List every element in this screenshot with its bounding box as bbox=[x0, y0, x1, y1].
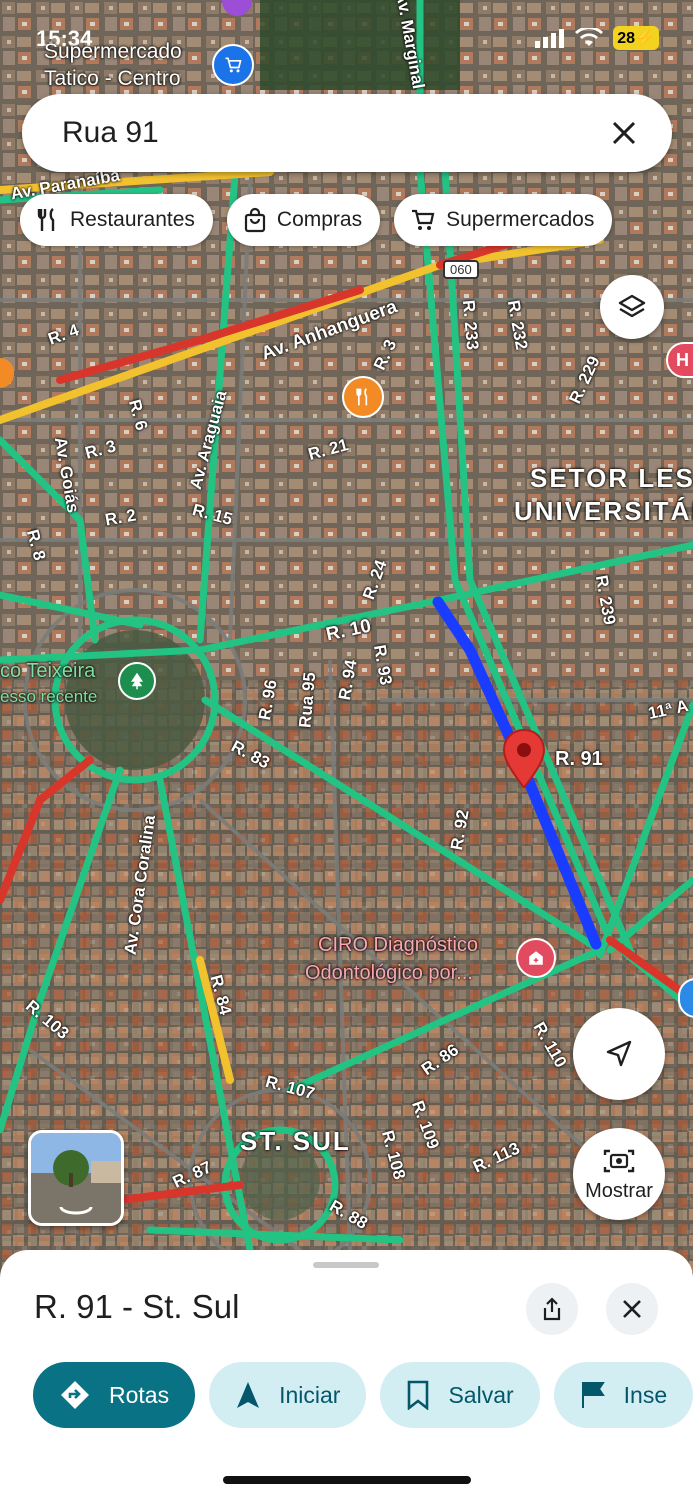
action-label: Iniciar bbox=[279, 1381, 341, 1408]
directions-button[interactable]: Rotas bbox=[33, 1362, 196, 1428]
battery-indicator: 28⚡ bbox=[613, 26, 659, 50]
flag-icon bbox=[581, 1382, 605, 1408]
share-icon bbox=[543, 1297, 561, 1321]
my-location-button[interactable] bbox=[573, 1008, 665, 1100]
wifi-icon bbox=[575, 28, 604, 46]
poi-label-line: Tatico - Centro bbox=[44, 67, 181, 90]
area-label: UNIVERSITÁR bbox=[514, 496, 693, 526]
place-title: R. 91 - St. Sul bbox=[34, 1288, 240, 1325]
status-indicators: 28⚡ bbox=[535, 26, 659, 50]
chip-label: Compras bbox=[276, 208, 363, 231]
directions-icon bbox=[61, 1381, 89, 1409]
supermarket-poi-label: Supermercado Tatico - Centro bbox=[44, 38, 182, 92]
poi-label: CIRO Diagnóstico bbox=[318, 934, 479, 956]
park-pin-icon[interactable] bbox=[118, 662, 156, 700]
clear-search-button[interactable] bbox=[604, 113, 644, 153]
shopping-bag-icon bbox=[244, 207, 266, 233]
search-input[interactable]: Rua 91 bbox=[62, 116, 604, 150]
highway-shield: 060 bbox=[443, 260, 479, 279]
poi-label: esso recente bbox=[0, 687, 98, 706]
action-label: Rotas bbox=[109, 1381, 170, 1408]
poi-label: Odontológico por... bbox=[305, 962, 473, 984]
close-icon bbox=[612, 121, 636, 145]
area-label: SETOR LEST bbox=[530, 463, 693, 493]
poi-label: co Teixeira bbox=[0, 660, 96, 682]
location-pin-icon[interactable] bbox=[501, 728, 547, 795]
navigation-arrow-icon bbox=[237, 1382, 260, 1408]
road-label: R. 233 bbox=[458, 299, 483, 351]
action-label: Inse bbox=[623, 1381, 668, 1408]
area-label: ST. SUL bbox=[240, 1126, 351, 1156]
fork-knife-icon bbox=[37, 208, 55, 231]
chip-label: Restaurantes bbox=[70, 208, 195, 231]
bookmark-icon bbox=[408, 1380, 429, 1410]
signal-icon bbox=[535, 29, 565, 48]
battery-level: 28 bbox=[617, 30, 636, 47]
close-sheet-button[interactable] bbox=[606, 1283, 658, 1335]
show-scan-button[interactable]: Mostrar bbox=[573, 1128, 665, 1220]
start-button[interactable]: Iniciar bbox=[209, 1362, 367, 1428]
layers-icon bbox=[618, 294, 646, 318]
chip-label: Supermercados bbox=[446, 208, 595, 231]
navigation-arrow-icon bbox=[606, 1040, 632, 1067]
road-label: R. 91 bbox=[555, 748, 603, 770]
supermarket-pin-icon[interactable] bbox=[212, 44, 254, 86]
layers-button[interactable] bbox=[600, 275, 664, 339]
place-actions: Rotas Iniciar Salvar Inse bbox=[33, 1362, 693, 1428]
cart-icon bbox=[412, 209, 435, 230]
poi-label-line: Supermercado bbox=[44, 40, 182, 63]
street-view-thumbnail[interactable] bbox=[28, 1130, 124, 1226]
action-label: Salvar bbox=[448, 1381, 514, 1408]
add-label-button[interactable]: Inse bbox=[553, 1362, 693, 1428]
home-indicator[interactable] bbox=[223, 1476, 471, 1484]
search-bar[interactable]: Rua 91 bbox=[22, 94, 672, 172]
chip-restaurants[interactable]: Restaurantes bbox=[20, 194, 213, 246]
restaurant-pin-icon[interactable] bbox=[342, 376, 384, 418]
show-label: Mostrar bbox=[585, 1179, 653, 1202]
health-pin-icon[interactable] bbox=[516, 938, 556, 978]
place-sheet[interactable]: R. 91 - St. Sul Rotas Iniciar Salvar Ins… bbox=[0, 1250, 693, 1500]
chip-shopping[interactable]: Compras bbox=[226, 194, 381, 246]
category-chips: Restaurantes Compras Supermercados bbox=[20, 194, 613, 246]
close-icon bbox=[623, 1300, 641, 1318]
sheet-drag-handle[interactable] bbox=[313, 1262, 379, 1268]
street-view-photo bbox=[31, 1133, 121, 1223]
share-button[interactable] bbox=[526, 1283, 578, 1335]
save-button[interactable]: Salvar bbox=[380, 1362, 540, 1428]
camera-scan-icon bbox=[603, 1149, 635, 1172]
chip-supermarkets[interactable]: Supermercados bbox=[394, 194, 613, 246]
